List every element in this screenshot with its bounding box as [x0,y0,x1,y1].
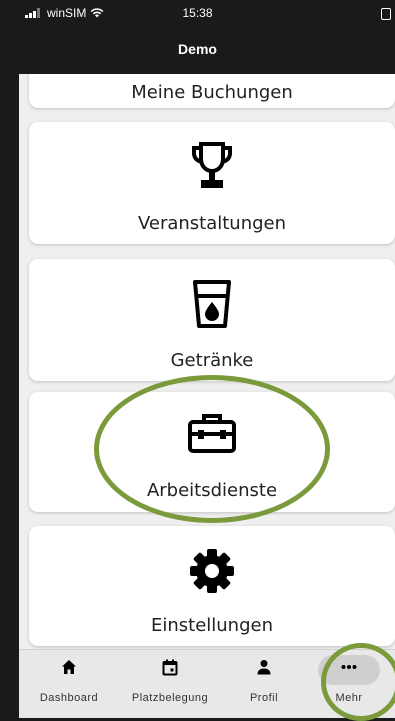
tab-label: Profil [249,692,279,704]
menu-item-arbeitsdienste[interactable]: Arbeitsdienste [29,392,395,512]
menu-item-veranstaltungen[interactable]: Veranstaltungen [29,122,395,244]
drink-icon [193,280,231,328]
tab-platzbelegung[interactable]: Platzbelegung [122,650,218,718]
menu-list: Meine Buchungen Veranstaltungen Getränke [19,74,395,649]
tab-bar: Dashboard Platzbelegung Profil Mehr [19,649,395,718]
menu-item-label: Einstellungen [150,615,274,636]
tab-mehr[interactable]: Mehr [318,650,380,718]
menu-item-getraenke[interactable]: Getränke [29,259,395,381]
status-bar: winSIM 15:38 [0,0,395,24]
more-icon [341,665,357,669]
tab-label: Mehr [335,692,363,704]
calendar-icon [162,659,178,676]
menu-item-label: Meine Buchungen [131,82,293,103]
tab-profil[interactable]: Profil [239,650,289,718]
toolbox-icon [188,414,236,453]
page-title: Demo [178,41,217,57]
menu-item-meine-buchungen[interactable]: Meine Buchungen [29,74,395,108]
trophy-icon [192,142,232,188]
menu-item-einstellungen[interactable]: Einstellungen [29,526,395,646]
status-time: 15:38 [182,6,213,20]
tab-label: Dashboard [39,692,99,704]
gear-icon [190,549,234,593]
menu-item-label: Getränke [170,350,254,371]
menu-item-label: Veranstaltungen [137,213,287,234]
battery-icon [381,8,391,20]
tab-dashboard[interactable]: Dashboard [37,650,101,718]
tab-label: Platzbelegung [131,692,209,704]
menu-item-label: Arbeitsdienste [146,480,278,501]
person-icon [257,660,271,675]
home-icon [62,660,76,674]
